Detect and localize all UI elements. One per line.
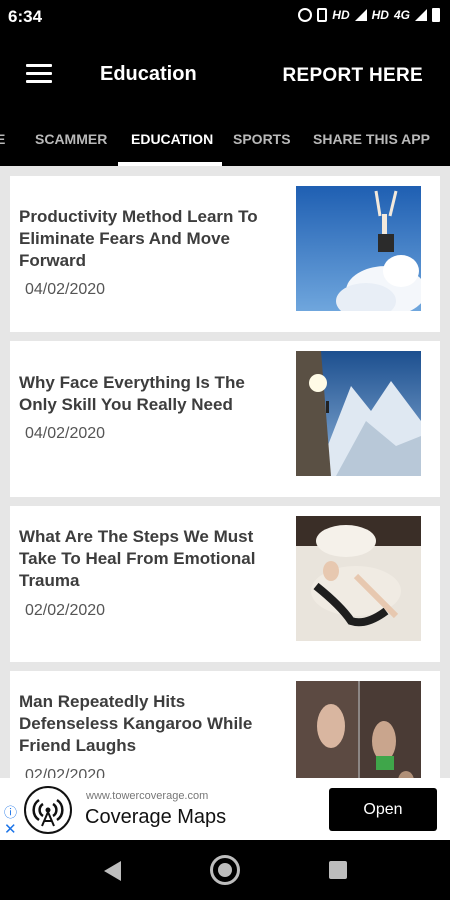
article-title: What Are The Steps We Must Take To Heal … xyxy=(19,527,256,590)
ad-url: www.towercoverage.com xyxy=(86,790,209,802)
tab-share-this-app[interactable]: SHARE THIS APP xyxy=(313,131,430,147)
menu-icon[interactable] xyxy=(26,64,52,84)
article-date: 04/02/2020 xyxy=(25,281,106,298)
ad-info-icon[interactable]: ⓘ xyxy=(4,802,17,821)
category-tabs: E SCAMMER EDUCATION SPORTS SHARE THIS AP… xyxy=(0,118,450,166)
network-type-label: 4G xyxy=(393,8,410,22)
article-title: Productivity Method Learn To Eliminate F… xyxy=(19,207,258,270)
tab-sports[interactable]: SPORTS xyxy=(233,131,291,147)
ad-title: Coverage Maps xyxy=(85,806,227,828)
status-time: 6:34 xyxy=(8,7,43,26)
home-icon[interactable] xyxy=(210,855,240,885)
network-hd2-label: HD xyxy=(371,8,389,22)
back-icon[interactable] xyxy=(104,861,121,881)
signal-icon xyxy=(354,9,367,21)
tab-partial[interactable]: E xyxy=(0,131,5,147)
status-bar: 6:34 HD HD 4G xyxy=(0,0,450,34)
report-here-button[interactable]: REPORT HERE xyxy=(282,65,423,87)
article-title: Man Repeatedly Hits Defenseless Kangaroo… xyxy=(19,692,253,755)
article-list: Productivity Method Learn To Eliminate F… xyxy=(0,166,450,778)
battery-icon xyxy=(432,8,440,22)
article-card[interactable]: What Are The Steps We Must Take To Heal … xyxy=(10,506,440,662)
article-card[interactable]: Productivity Method Learn To Eliminate F… xyxy=(10,176,440,332)
ad-close-icon[interactable]: ✕ xyxy=(4,820,17,838)
woman-on-bed-image xyxy=(296,516,421,641)
article-card[interactable]: Man Repeatedly Hits Defenseless Kangaroo… xyxy=(10,671,440,778)
page-title: Education xyxy=(100,63,197,85)
recents-icon[interactable] xyxy=(329,861,347,879)
app-toolbar: Education REPORT HERE xyxy=(0,34,450,118)
network-hd-label: HD xyxy=(332,8,350,22)
tab-scammer[interactable]: SCAMMER xyxy=(35,131,107,147)
ad-banner[interactable]: ⓘ ✕ www.towercoverage.com Coverage Maps … xyxy=(0,778,450,840)
ad-open-button[interactable]: Open xyxy=(329,788,437,831)
mountain-climber-image xyxy=(296,351,421,476)
article-date: 02/02/2020 xyxy=(25,602,106,619)
signal-icon-2 xyxy=(415,9,427,21)
system-nav-bar xyxy=(0,840,450,900)
article-card[interactable]: Why Face Everything Is The Only Skill Yo… xyxy=(10,341,440,497)
article-date: 02/02/2020 xyxy=(25,767,106,778)
tower-logo-icon xyxy=(24,786,72,834)
article-date: 04/02/2020 xyxy=(25,425,106,442)
article-title: Why Face Everything Is The Only Skill Yo… xyxy=(19,373,245,414)
sky-jump-image xyxy=(296,186,421,311)
vibrate-icon xyxy=(317,8,328,22)
alarm-icon xyxy=(298,8,313,22)
kangaroo-video-image xyxy=(296,681,421,778)
status-icons: HD HD 4G xyxy=(298,8,440,22)
tab-education[interactable]: EDUCATION xyxy=(131,131,213,147)
